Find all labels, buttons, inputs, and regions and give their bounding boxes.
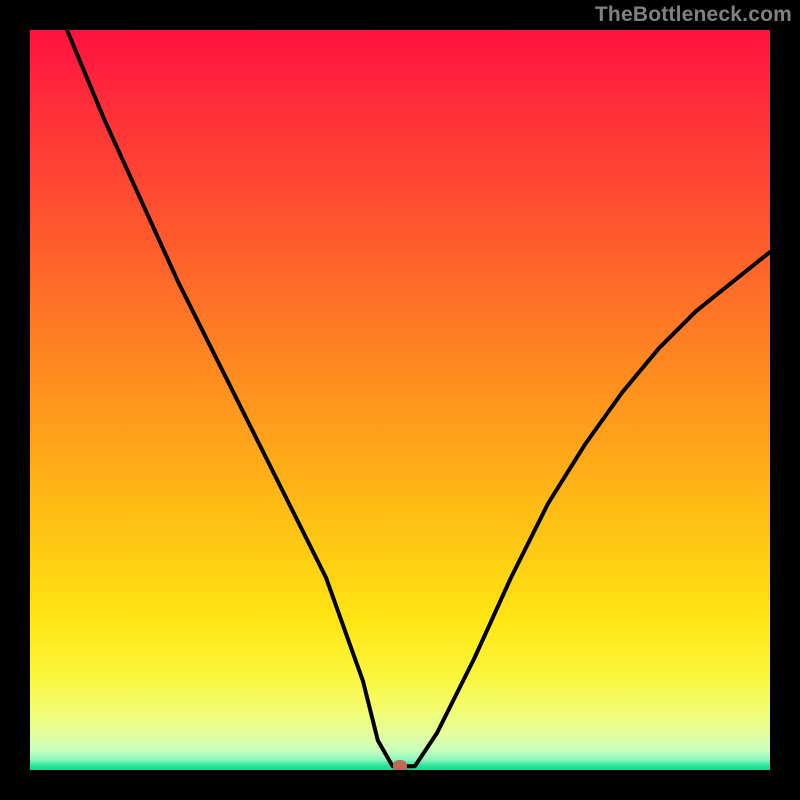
minimum-marker bbox=[393, 760, 407, 770]
bottleneck-curve bbox=[30, 30, 770, 770]
chart-frame: TheBottleneck.com bbox=[0, 0, 800, 800]
watermark-text: TheBottleneck.com bbox=[595, 3, 792, 27]
plot-area bbox=[30, 30, 770, 770]
